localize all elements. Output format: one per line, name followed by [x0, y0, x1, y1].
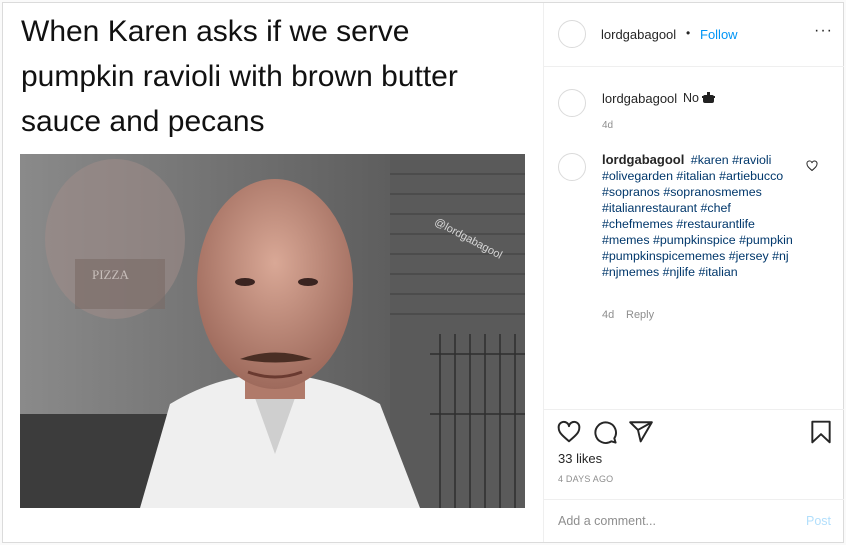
post-media: When Karen asks if we serve pumpkin ravi…: [3, 3, 543, 542]
comment-body: lordgabagool #karen #ravioli #olivegarde…: [602, 152, 802, 280]
share-icon[interactable]: [628, 419, 654, 445]
add-comment-bar: Add a comment... Post: [544, 499, 844, 542]
hashtag-link[interactable]: #chef: [701, 201, 731, 215]
hashtag-link[interactable]: #memes: [602, 233, 650, 247]
comment-username[interactable]: lordgabagool: [602, 91, 677, 106]
post-comment-button[interactable]: Post: [806, 514, 831, 528]
comment-text: No: [683, 91, 699, 105]
follow-button[interactable]: Follow: [700, 27, 738, 42]
hashtag-link[interactable]: #jersey: [729, 249, 769, 263]
hashtag-link[interactable]: #restaurantlife: [676, 217, 755, 231]
commenter-avatar[interactable]: [558, 89, 586, 117]
comment-icon[interactable]: [592, 419, 618, 445]
post-timestamp: 4 DAYS AGO: [558, 474, 614, 484]
comment-time: 4d: [602, 120, 614, 131]
hashtag-link[interactable]: #italian: [698, 265, 737, 279]
comment-time: 4d: [602, 309, 615, 321]
heart-icon[interactable]: [556, 419, 582, 445]
hashtag-link[interactable]: #italianrestaurant: [602, 201, 697, 215]
hashtag-link[interactable]: #pumpkin: [739, 233, 793, 247]
header-separator: •: [686, 26, 691, 40]
hashtag-link[interactable]: #sopranosmemes: [663, 185, 761, 199]
hashtag-link[interactable]: #njmemes: [602, 265, 659, 279]
meme-photo: PIZZA @lordgabagool: [20, 154, 525, 508]
author-avatar[interactable]: [558, 20, 586, 48]
comment-username[interactable]: lordgabagool: [602, 152, 684, 167]
hashtag-link[interactable]: #olivegarden: [602, 169, 673, 183]
post-actions: 33 likes 4 DAYS AGO: [544, 409, 844, 499]
hashtag-link[interactable]: #artiebucco: [719, 169, 783, 183]
cooking-pot-icon: [702, 91, 715, 103]
reply-button[interactable]: Reply: [626, 309, 654, 321]
commenter-avatar[interactable]: [558, 153, 586, 181]
comment-like-heart-icon[interactable]: [806, 159, 818, 172]
hashtag-link[interactable]: #sopranos: [602, 185, 660, 199]
hashtag-link[interactable]: #nj: [772, 249, 789, 263]
hashtag-link[interactable]: #italian: [676, 169, 715, 183]
chef-photo-illustration: PIZZA: [20, 154, 525, 508]
likes-count[interactable]: 33 likes: [558, 451, 602, 466]
hashtag-link[interactable]: #njlife: [663, 265, 695, 279]
post-details-panel: lordgabagool • Follow ··· lordgabagool N…: [543, 3, 844, 542]
hashtag-link[interactable]: #ravioli: [732, 153, 771, 167]
hashtag-link[interactable]: #pumpkinspice: [653, 233, 736, 247]
instagram-post: When Karen asks if we serve pumpkin ravi…: [2, 2, 844, 543]
author-username[interactable]: lordgabagool: [601, 27, 676, 42]
hashtag-link[interactable]: #karen: [691, 153, 729, 167]
add-comment-input[interactable]: Add a comment...: [558, 514, 656, 528]
post-header: lordgabagool • Follow ···: [544, 3, 844, 67]
meme-caption: When Karen asks if we serve pumpkin ravi…: [21, 15, 458, 138]
hashtag-link[interactable]: #pumpkinspicememes: [602, 249, 725, 263]
pizza-sign-text: PIZZA: [92, 267, 129, 282]
bookmark-icon[interactable]: [808, 419, 834, 445]
more-options-icon[interactable]: ···: [814, 22, 833, 40]
hashtag-link[interactable]: #chefmemes: [602, 217, 673, 231]
